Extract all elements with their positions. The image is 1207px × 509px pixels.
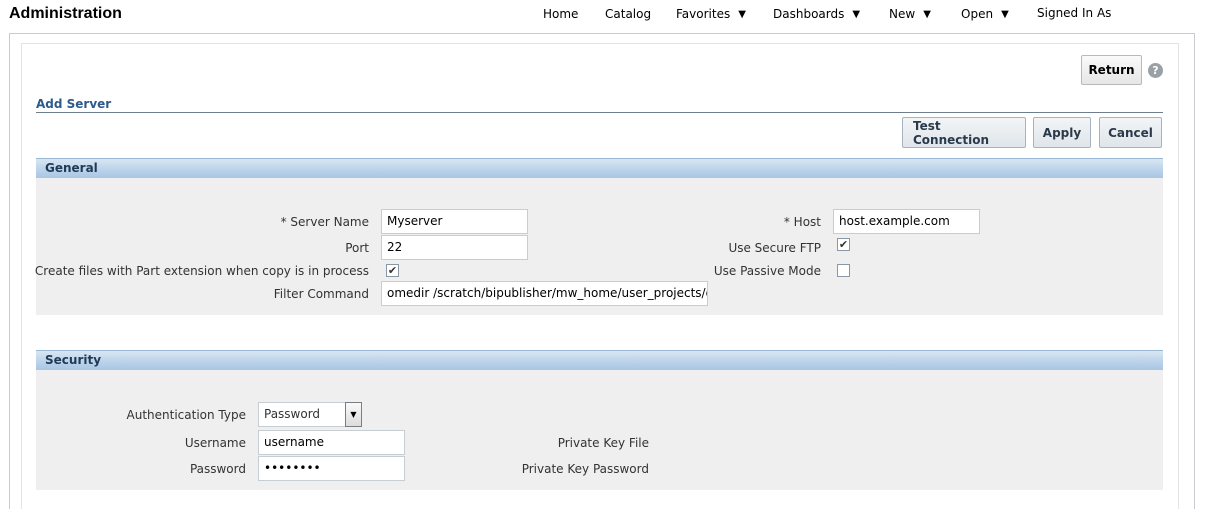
port-input[interactable]: 22 — [381, 235, 528, 260]
part-extension-checkbox[interactable]: ✔ — [386, 264, 399, 277]
app-title: Administration — [9, 5, 122, 22]
nav-dashboards-label: Dashboards — [773, 7, 845, 21]
dropdown-arrow-icon[interactable]: ▼ — [345, 402, 362, 427]
nav-new-label: New — [889, 7, 916, 21]
auth-type-label: Authentication Type — [126, 408, 246, 422]
return-button[interactable]: Return — [1081, 55, 1142, 85]
username-input[interactable]: username — [258, 430, 405, 455]
filter-command-label: Filter Command — [273, 287, 369, 301]
nav-signed-in-as[interactable]: Signed In As — [1037, 6, 1111, 20]
nav-open[interactable]: Open ▼ — [961, 7, 1009, 21]
nav-new[interactable]: New ▼ — [889, 7, 931, 21]
test-connection-button[interactable]: Test Connection — [902, 117, 1026, 148]
host-label: * Host — [783, 215, 821, 229]
private-key-password-label: Private Key Password — [521, 462, 649, 476]
apply-button[interactable]: Apply — [1033, 117, 1091, 148]
password-label: Password — [189, 462, 246, 476]
secure-ftp-label: Use Secure FTP — [728, 241, 821, 255]
nav-favorites-label: Favorites — [676, 7, 731, 21]
nav-dashboards[interactable]: Dashboards ▼ — [773, 7, 860, 21]
check-icon: ✔ — [387, 264, 398, 277]
cancel-button[interactable]: Cancel — [1099, 117, 1162, 148]
caret-down-icon: ▼ — [738, 8, 746, 20]
help-icon[interactable]: ? — [1148, 63, 1163, 78]
general-section-header: General — [36, 158, 1163, 178]
nav-favorites[interactable]: Favorites ▼ — [676, 7, 746, 21]
nav-home[interactable]: Home — [543, 7, 578, 21]
top-header: Administration Home Catalog Favorites ▼ D… — [0, 0, 1207, 30]
page-title: Add Server — [36, 97, 112, 111]
secure-ftp-checkbox[interactable]: ✔ — [837, 238, 850, 251]
nav-catalog-label: Catalog — [605, 7, 652, 21]
username-label: Username — [184, 436, 246, 450]
title-divider — [36, 112, 1163, 113]
security-section-header: Security — [36, 350, 1163, 370]
filter-command-input[interactable]: omedir /scratch/bipublisher/mw_home/user… — [381, 281, 708, 306]
port-label: Port — [345, 241, 369, 255]
nav-signed-in-as-label: Signed In As — [1037, 6, 1112, 20]
private-key-file-label: Private Key File — [557, 436, 649, 450]
nav-home-label: Home — [543, 7, 579, 21]
part-extension-label: Create files with Part extension when co… — [34, 264, 369, 278]
passive-mode-label: Use Passive Mode — [713, 264, 821, 278]
server-name-input[interactable]: Myserver — [381, 209, 528, 234]
server-name-label: * Server Name — [280, 215, 369, 229]
nav-catalog[interactable]: Catalog — [605, 7, 651, 21]
caret-down-icon: ▼ — [852, 8, 861, 20]
passive-mode-checkbox[interactable] — [837, 264, 850, 277]
check-icon: ✔ — [838, 238, 849, 251]
host-input[interactable]: host.example.com — [833, 209, 980, 234]
nav-open-label: Open — [961, 7, 994, 21]
password-input[interactable]: •••••••• — [258, 456, 405, 481]
caret-down-icon: ▼ — [923, 8, 931, 20]
auth-type-value: Password — [264, 407, 321, 421]
auth-type-select[interactable]: Password ▼ — [258, 402, 362, 427]
caret-down-icon: ▼ — [1001, 8, 1009, 20]
